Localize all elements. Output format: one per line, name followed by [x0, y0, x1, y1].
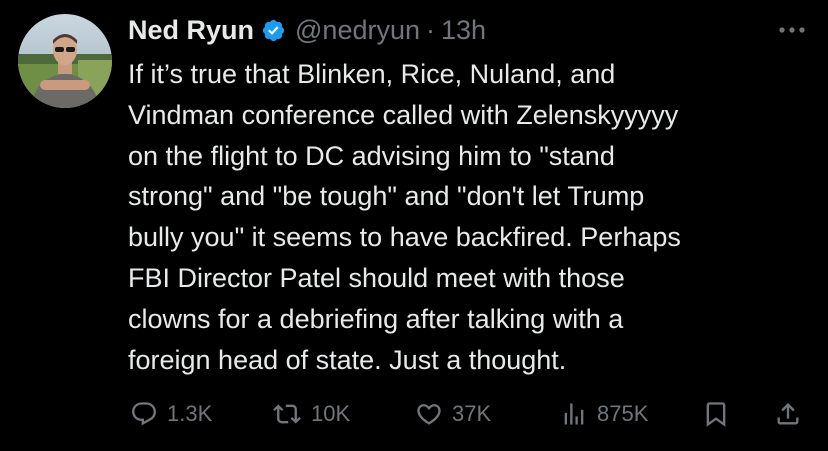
tweet-text-line: on the flight to DC advising him to "sta… — [128, 140, 615, 171]
like-button[interactable]: 37K — [415, 394, 491, 434]
like-count: 37K — [452, 401, 492, 426]
repost-button[interactable]: 10K — [272, 394, 350, 434]
separator-dot: · — [426, 14, 435, 45]
tweet-text-line: foreign head of state. Just a thought. — [128, 344, 567, 375]
avatar[interactable] — [18, 14, 112, 108]
tweet-text-line: bully you" it seems to have backfired. P… — [128, 222, 681, 253]
bookmark-button[interactable] — [702, 394, 730, 434]
tweet[interactable]: Ned Ryun @nedryun · 13h If it’s true tha… — [0, 0, 828, 451]
tweet-text-line: FBI Director Patel should meet with thos… — [128, 262, 625, 293]
timestamp[interactable]: 13h — [441, 15, 486, 46]
tweet-text-line: clowns for a debriefing after talking wi… — [128, 303, 624, 334]
views-icon — [560, 400, 588, 428]
verified-badge-icon[interactable] — [261, 18, 286, 43]
bookmark-icon — [702, 400, 730, 428]
reply-button[interactable]: 1.3K — [130, 394, 212, 434]
user-handle[interactable]: @nedryun — [295, 15, 420, 46]
reply-icon — [130, 400, 158, 428]
tweet-text: If it’s true that Blinken, Rice, Nuland,… — [128, 54, 808, 380]
tweet-text-line: Vindman conference called with Zelenskyy… — [128, 99, 679, 130]
tweet-text-line: If it’s true that Blinken, Rice, Nuland,… — [128, 59, 616, 89]
repost-icon — [272, 400, 302, 428]
repost-count: 10K — [311, 401, 351, 426]
tweet-header: Ned Ryun @nedryun · 13h — [128, 10, 486, 50]
heart-icon — [415, 400, 443, 428]
views-count: 875K — [597, 401, 649, 426]
views-button[interactable]: 875K — [560, 394, 648, 434]
tweet-text-line: strong" and "be tough" and "don't let Tr… — [128, 181, 645, 212]
share-icon — [774, 400, 802, 428]
tweet-actions: 1.3K 10K 37K 875K — [0, 394, 828, 434]
display-name[interactable]: Ned Ryun — [128, 15, 254, 46]
share-button[interactable] — [774, 394, 802, 434]
reply-count: 1.3K — [167, 401, 213, 426]
more-horizontal-icon[interactable] — [774, 16, 810, 44]
